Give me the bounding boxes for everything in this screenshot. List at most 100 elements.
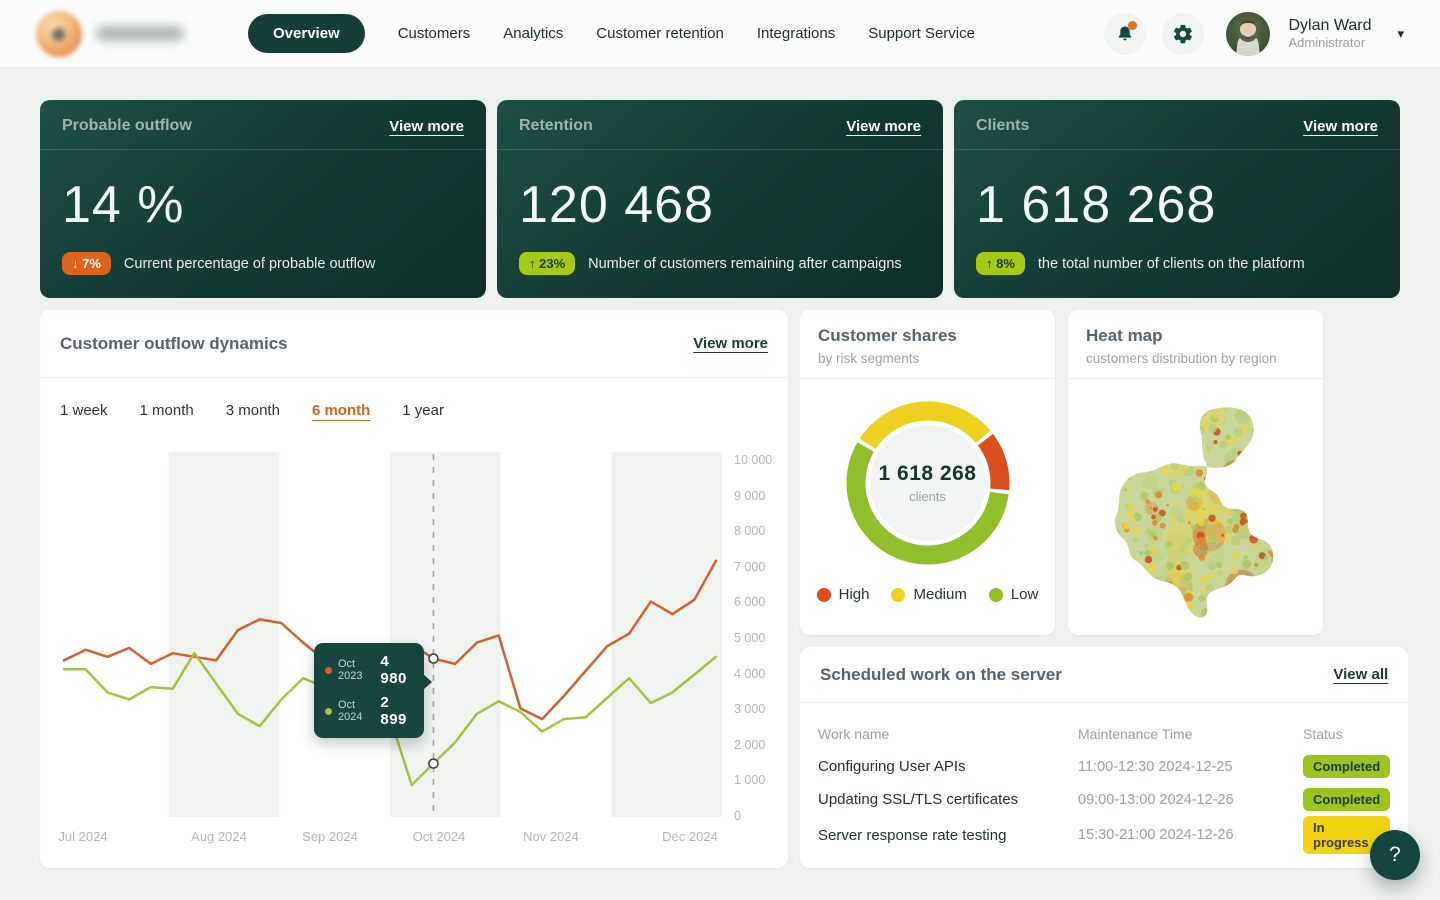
view-more-link[interactable]: View more <box>693 335 768 352</box>
range-tab-1-year[interactable]: 1 year <box>402 402 444 428</box>
y-axis-tick: 0 <box>734 809 798 823</box>
work-name: Configuring User APIs <box>818 758 1078 775</box>
work-name: Updating SSL/TLS certificates <box>818 791 1078 808</box>
series-dot-oct-2023 <box>325 667 332 674</box>
column-header-maintenance-time: Maintenance Time <box>1078 726 1303 742</box>
user-menu[interactable]: Dylan Ward Administrator <box>1288 16 1371 51</box>
card-subtitle: customers distribution by region <box>1086 351 1305 366</box>
table-row: Configuring User APIs 11:00-12:30 2024-1… <box>818 750 1390 783</box>
legend-label: High <box>839 586 870 603</box>
donut-legend: High Medium Low <box>817 586 1039 603</box>
kpi-description: the total number of clients on the platf… <box>1038 256 1305 272</box>
nav-item-customer-retention[interactable]: Customer retention <box>596 25 724 42</box>
y-axis-tick: 3 000 <box>734 702 798 716</box>
cursor-marker <box>429 654 438 663</box>
y-axis-tick: 6 000 <box>734 595 798 609</box>
status-badge: Completed <box>1303 755 1390 778</box>
range-tab-3-month[interactable]: 3 month <box>226 402 280 428</box>
column-header-work-name: Work name <box>818 726 1078 742</box>
kpi-cards-row: Probable outflow View more 14 % ↓ 7% Cur… <box>40 100 1400 298</box>
range-tab-1-week[interactable]: 1 week <box>60 402 108 428</box>
nav-item-customers[interactable]: Customers <box>398 25 471 42</box>
x-axis-tick: Aug 2024 <box>171 829 267 844</box>
legend-label: Medium <box>913 586 966 603</box>
view-more-link[interactable]: View more <box>1303 118 1378 135</box>
settings-button[interactable] <box>1162 13 1204 55</box>
outflow-dynamics-card: Customer outflow dynamics View more 1 we… <box>40 310 788 868</box>
x-axis-tick: Jul 2024 <box>35 829 131 844</box>
maintenance-time: 15:30-21:00 2024-12-26 <box>1078 827 1303 843</box>
kpi-title: Clients <box>976 117 1029 135</box>
brand-logo[interactable] <box>36 11 184 57</box>
region-heat-map <box>1068 383 1323 627</box>
tooltip-series-value: 2 899 <box>380 694 413 728</box>
chart-tooltip: Oct 2023 4 980 Oct 2024 2 899 <box>314 643 424 738</box>
kpi-card-retention: Retention View more 120 468 ↑ 23% Number… <box>497 100 943 298</box>
customer-shares-card: Customer shares by risk segments 1 618 2… <box>800 310 1055 635</box>
kpi-description: Number of customers remaining after camp… <box>588 256 902 272</box>
heat-map-card: Heat map customers distribution by regio… <box>1068 310 1323 635</box>
donut-inner-circle <box>870 425 986 541</box>
tooltip-series-label: Oct 2023 <box>338 658 374 682</box>
line-chart-area[interactable]: 10 0009 0008 0007 0006 0005 0004 0003 00… <box>58 452 770 852</box>
nav-item-analytics[interactable]: Analytics <box>503 25 563 42</box>
kpi-value: 120 468 <box>497 150 943 235</box>
legend-dot-low <box>989 588 1003 602</box>
user-role: Administrator <box>1288 35 1371 51</box>
trend-badge: ↑ 8% <box>976 252 1025 275</box>
user-name: Dylan Ward <box>1288 16 1371 35</box>
card-title: Heat map <box>1086 326 1305 346</box>
maintenance-time: 11:00-12:30 2024-12-25 <box>1078 759 1303 775</box>
series-dot-oct-2024 <box>325 708 332 715</box>
range-tab-1-month[interactable]: 1 month <box>140 402 194 428</box>
y-axis-tick: 10 000 <box>734 453 798 467</box>
dashboard-content: Probable outflow View more 14 % ↓ 7% Cur… <box>40 100 1400 868</box>
nav-item-integrations[interactable]: Integrations <box>757 25 835 42</box>
kpi-card-clients: Clients View more 1 618 268 ↑ 8% the tot… <box>954 100 1400 298</box>
y-axis-tick: 9 000 <box>734 489 798 503</box>
kpi-value: 14 % <box>40 150 486 235</box>
trend-badge: ↑ 23% <box>519 252 575 275</box>
kpi-description: Current percentage of probable outflow <box>124 256 376 272</box>
x-axis-tick: Dec 2024 <box>642 829 738 844</box>
cursor-marker <box>429 759 438 768</box>
y-axis-tick: 1 000 <box>734 773 798 787</box>
kpi-value: 1 618 268 <box>954 150 1400 235</box>
x-axis-tick: Nov 2024 <box>503 829 599 844</box>
table-row: Updating SSL/TLS certificates 09:00-13:0… <box>818 783 1390 816</box>
y-axis-tick: 5 000 <box>734 631 798 645</box>
table-header-row: Work name Maintenance Time Status <box>818 717 1390 750</box>
scheduled-work-card: Scheduled work on the server View all Wo… <box>800 647 1408 868</box>
logo-wordmark-blurred <box>96 26 184 41</box>
donut-segment-high <box>985 440 1000 490</box>
user-avatar[interactable] <box>1226 12 1270 56</box>
view-more-link[interactable]: View more <box>389 118 464 135</box>
notification-dot <box>1128 21 1137 30</box>
card-title: Customer shares <box>818 326 1037 346</box>
avatar-portrait <box>1226 12 1270 56</box>
outflow-line-chart <box>58 452 722 820</box>
view-more-link[interactable]: View more <box>846 118 921 135</box>
top-navigation-bar: Overview Customers Analytics Customer re… <box>0 0 1440 68</box>
legend-dot-high <box>817 588 831 602</box>
range-tab-6-month[interactable]: 6 month <box>312 402 370 428</box>
nav-item-overview[interactable]: Overview <box>248 14 365 53</box>
card-title: Scheduled work on the server <box>820 665 1062 685</box>
nav-item-support-service[interactable]: Support Service <box>868 25 975 42</box>
gear-icon <box>1172 23 1194 45</box>
time-range-tabs: 1 week 1 month 3 month 6 month 1 year <box>40 378 788 428</box>
x-axis-tick: Oct 2024 <box>391 829 487 844</box>
trend-badge: ↓ 7% <box>62 252 111 275</box>
tooltip-series-label: Oct 2024 <box>338 699 374 723</box>
help-button[interactable]: ? <box>1370 830 1420 880</box>
view-all-link[interactable]: View all <box>1333 666 1388 683</box>
month-band <box>390 452 501 817</box>
chevron-down-icon[interactable]: ▾ <box>1397 26 1404 42</box>
x-axis-tick: Sep 2024 <box>282 829 378 844</box>
month-band <box>169 452 280 817</box>
card-title: Customer outflow dynamics <box>60 334 288 354</box>
risk-donut-chart <box>838 393 1018 573</box>
notifications-button[interactable] <box>1104 13 1146 55</box>
y-axis-tick: 2 000 <box>734 738 798 752</box>
column-header-status: Status <box>1303 726 1390 742</box>
